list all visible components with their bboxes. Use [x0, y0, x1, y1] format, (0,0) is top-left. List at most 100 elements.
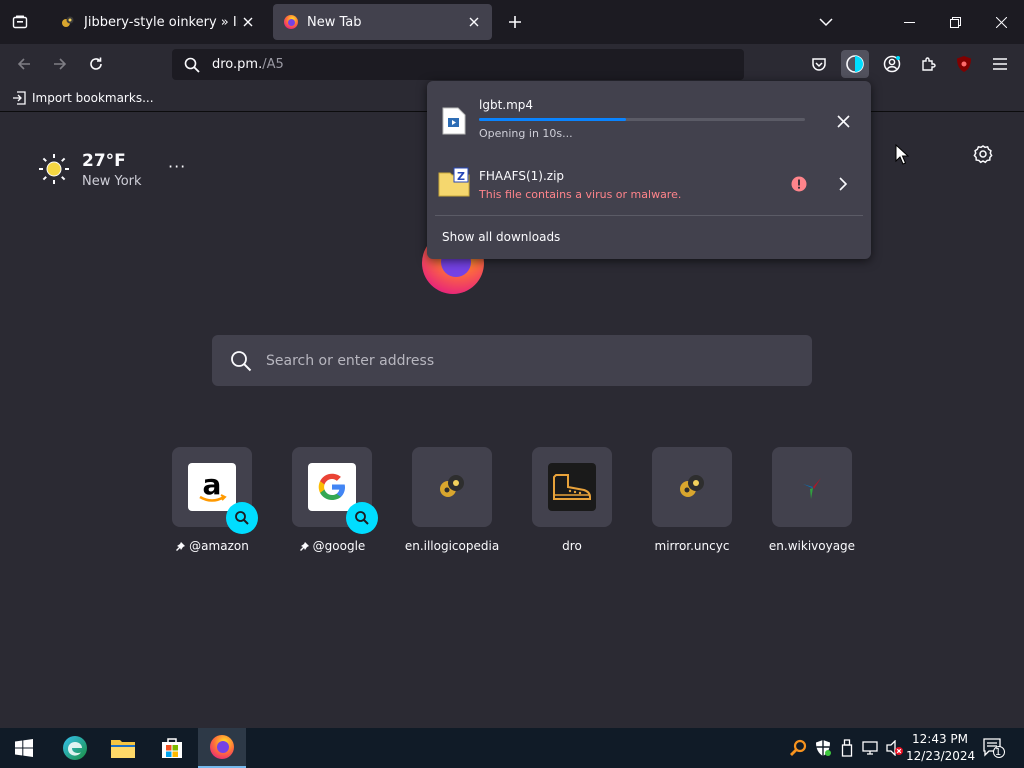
close-window-button[interactable]	[978, 0, 1024, 44]
tray-defender-icon[interactable]	[811, 728, 835, 768]
top-site-amazon[interactable]: a @amazon	[152, 447, 272, 553]
top-site-mirror-uncyc[interactable]: mirror.uncyc	[632, 447, 752, 553]
close-icon	[469, 17, 479, 27]
illogicopedia-favicon	[62, 16, 74, 27]
clock-time: 12:43 PM	[912, 732, 968, 746]
volume-muted-icon	[886, 740, 903, 756]
tray-volume-icon[interactable]	[883, 728, 907, 768]
download-filename: FHAAFS(1).zip	[479, 169, 565, 183]
network-icon	[862, 741, 878, 755]
top-site-illogicopedia[interactable]: en.illogicopedia	[392, 447, 512, 553]
weather-city: New York	[82, 174, 142, 189]
search-placeholder: Search or enter address	[266, 352, 435, 369]
minimize-button[interactable]	[886, 0, 932, 44]
close-icon	[836, 114, 850, 128]
download-details-button[interactable]	[831, 172, 855, 196]
top-site-label: en.wikivoyage	[752, 539, 872, 553]
import-icon	[13, 90, 26, 105]
top-site-tile[interactable]	[532, 447, 612, 527]
top-site-name: en.wikivoyage	[768, 539, 856, 553]
top-site-tile[interactable]	[412, 447, 492, 527]
app-menu-button[interactable]	[986, 50, 1014, 78]
ublock-origin-button[interactable]	[950, 50, 978, 78]
tray-network-icon[interactable]	[859, 728, 883, 768]
amazon-icon: a	[188, 463, 236, 511]
reload-button[interactable]	[82, 50, 110, 78]
puzzle-icon	[922, 57, 936, 71]
taskbar-firefox[interactable]	[198, 728, 246, 768]
top-site-dro[interactable]: dro	[512, 447, 632, 553]
import-bookmarks-button[interactable]: Import bookmarks...	[12, 91, 154, 105]
taskbar-clock[interactable]: 12:43 PM 12/23/2024	[906, 731, 976, 765]
notification-count: 1	[994, 747, 1002, 758]
top-site-wikivoyage[interactable]: en.wikivoyage	[752, 447, 872, 553]
taskbar-microsoft-store[interactable]	[148, 728, 196, 768]
new-tab-search-box[interactable]: Search or enter address	[212, 335, 812, 386]
tray-search-icon[interactable]	[786, 728, 810, 768]
top-site-tile[interactable]	[292, 447, 378, 534]
download-progress-bar	[479, 118, 805, 121]
taskbar-file-explorer[interactable]	[99, 728, 147, 768]
store-icon	[162, 738, 182, 758]
weather-temperature: 27°F	[82, 151, 126, 171]
download-item-lgbt-mp4[interactable]: lgbt.mp4 Opening in 10s...	[435, 89, 863, 149]
pocket-button[interactable]	[805, 50, 833, 78]
search-icon	[355, 511, 369, 525]
minimize-icon	[903, 21, 915, 23]
close-icon	[243, 17, 253, 27]
restore-button[interactable]	[932, 0, 978, 44]
top-site-tile[interactable]: a	[172, 447, 258, 534]
pin-icon	[299, 541, 309, 551]
url-host: dro.pm.	[212, 57, 263, 72]
download-item-fhaafs-zip[interactable]: Z FHAAFS(1).zip This file contains a vir…	[435, 157, 863, 209]
zip-file-icon: Z	[438, 167, 470, 197]
show-all-downloads-button[interactable]: Show all downloads	[442, 230, 560, 244]
tab-new-tab[interactable]: New Tab	[273, 4, 492, 40]
weather-widget[interactable]: 27°F New York	[38, 151, 142, 189]
downloads-button[interactable]	[841, 50, 869, 78]
tab-close-button[interactable]	[464, 12, 484, 32]
top-site-name: @google	[312, 539, 366, 553]
top-site-google[interactable]: @google	[272, 447, 392, 553]
back-button[interactable]	[10, 50, 38, 78]
download-progress-fill	[479, 118, 626, 121]
top-site-label: mirror.uncyc	[632, 539, 752, 553]
tray-usb-icon[interactable]	[836, 728, 858, 768]
top-site-tile[interactable]	[652, 447, 732, 527]
tab-close-button[interactable]	[238, 12, 258, 32]
windows-logo-icon	[15, 739, 33, 757]
wikivoyage-icon	[803, 478, 821, 499]
account-icon	[883, 55, 901, 73]
video-file-icon	[442, 107, 466, 135]
search-shortcut-badge	[346, 502, 378, 534]
hamburger-menu-icon	[993, 58, 1007, 70]
account-button[interactable]	[878, 50, 906, 78]
list-all-tabs-button[interactable]	[814, 10, 838, 34]
cancel-download-button[interactable]	[831, 109, 855, 133]
svg-text:a: a	[203, 468, 222, 501]
firefox-view-icon	[12, 15, 28, 29]
extensions-button[interactable]	[914, 50, 942, 78]
clock-date: 12/23/2024	[906, 749, 976, 763]
top-site-label: dro	[512, 539, 632, 553]
firefox-view-button[interactable]	[8, 10, 32, 34]
address-bar[interactable]: dro.pm./A5	[172, 49, 744, 80]
new-tab-button[interactable]	[503, 10, 527, 34]
usb-drive-icon	[841, 739, 853, 757]
settings-gear-icon[interactable]	[968, 139, 998, 169]
top-site-tile[interactable]	[772, 447, 852, 527]
restore-icon	[949, 16, 961, 28]
url-text: dro.pm./A5	[212, 57, 284, 72]
tab-illogicopedia[interactable]: Jibbery-style oinkery » Illogicopedia	[50, 4, 266, 40]
reload-icon	[90, 57, 102, 70]
action-center-button[interactable]: 1	[980, 728, 1008, 768]
forward-button[interactable]	[46, 50, 74, 78]
taskbar-edge[interactable]	[51, 728, 99, 768]
download-status: Opening in 10s...	[479, 127, 573, 140]
start-button[interactable]	[0, 728, 48, 768]
weather-menu-button[interactable]: ···	[168, 157, 186, 176]
import-bookmarks-label: Import bookmarks...	[32, 90, 154, 105]
pin-icon	[176, 541, 186, 551]
tab-title: Jibbery-style oinkery » Illogicopedia	[84, 14, 238, 30]
weather-text: 27°F New York	[82, 151, 142, 189]
